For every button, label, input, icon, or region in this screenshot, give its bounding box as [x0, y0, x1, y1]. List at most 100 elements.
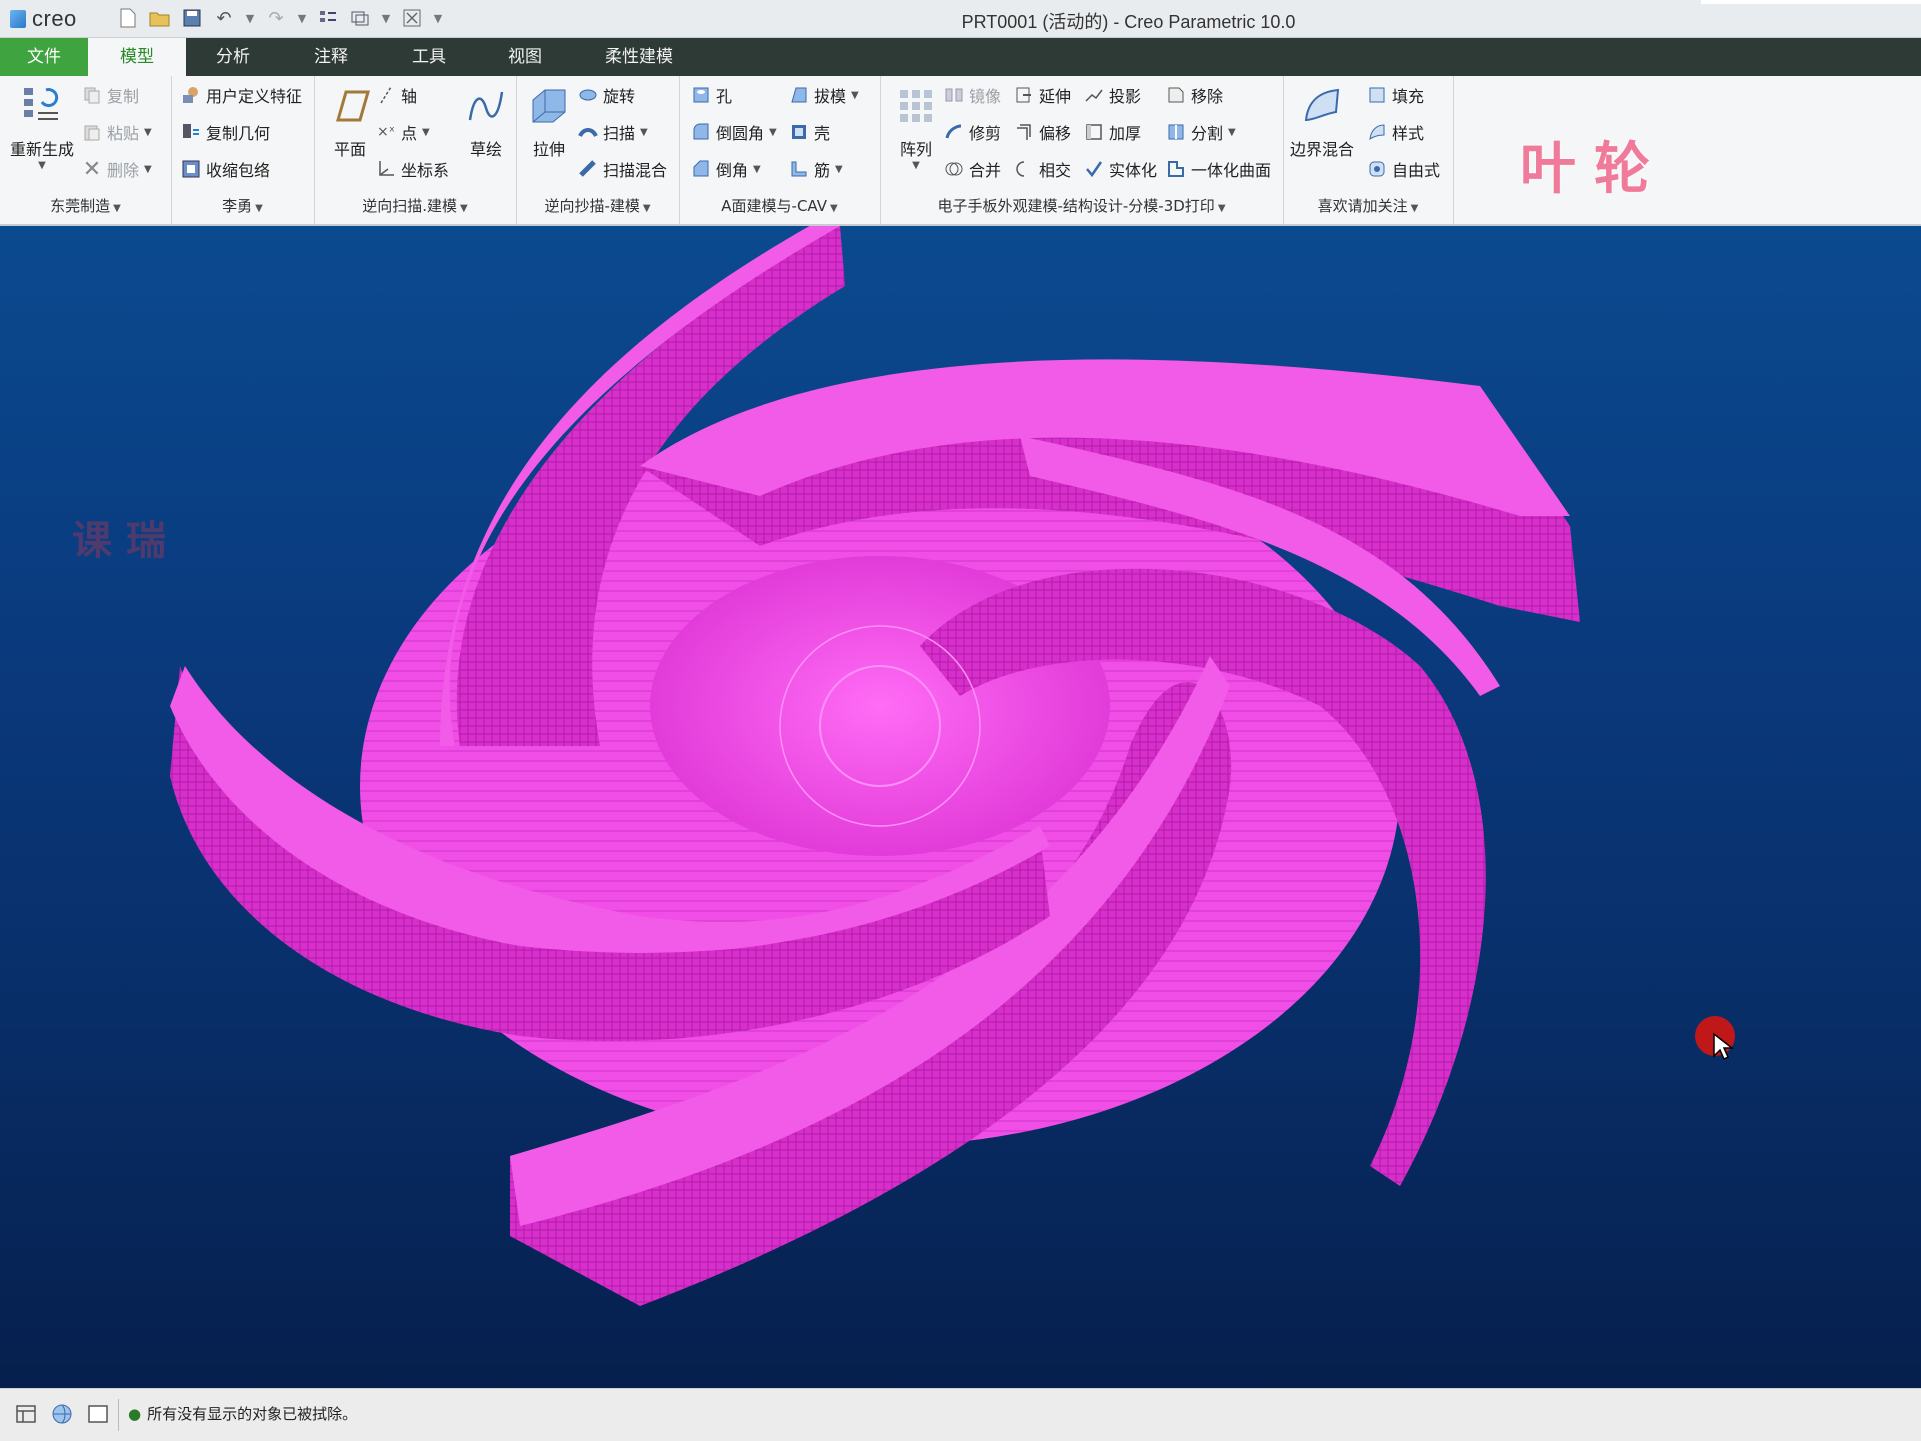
tab-annotate[interactable]: 注释 — [294, 38, 368, 76]
tab-model[interactable]: 模型 — [88, 38, 186, 76]
remove-button[interactable]: 移除 — [1166, 82, 1223, 108]
fill-button[interactable]: 填充 — [1367, 82, 1424, 108]
group-dropdown-icon: ▼ — [113, 203, 121, 214]
udf-label: 用户定义特征 — [206, 87, 303, 106]
tab-tools[interactable]: 工具 — [392, 38, 466, 76]
axis-button[interactable]: 轴 — [376, 82, 417, 108]
csys-label: 坐标系 — [401, 161, 450, 180]
copy-geometry-button[interactable]: 复制几何 — [181, 119, 270, 145]
intersect-label: 相交 — [1039, 161, 1072, 180]
delete-dropdown-icon[interactable]: ▼ — [144, 164, 152, 175]
round-icon — [691, 122, 711, 142]
copy-button[interactable]: 复制 — [82, 82, 139, 108]
merge-button[interactable]: 合并 — [944, 156, 1001, 182]
merge-label: 合并 — [969, 161, 1002, 180]
solidify-label: 实体化 — [1109, 161, 1158, 180]
window-icon[interactable] — [86, 1402, 110, 1426]
tab-flexible-modeling[interactable]: 柔性建模 — [592, 38, 686, 76]
rib-dropdown-icon[interactable]: ▼ — [835, 164, 843, 175]
tab-analysis[interactable]: 分析 — [196, 38, 270, 76]
draft-button[interactable]: 拔模 ▼ — [789, 82, 859, 108]
mirror-button[interactable]: 镜像 — [944, 82, 1001, 108]
layout-icon[interactable] — [14, 1402, 38, 1426]
coordinate-system-icon — [376, 159, 396, 179]
group-label-editing[interactable]: 电子手板外观建模-结构设计-分模-3D打印 ▼ — [880, 195, 1283, 216]
swept-blend-button[interactable]: 扫描混合 — [578, 156, 667, 182]
group-dropdown-icon: ▼ — [1217, 203, 1226, 214]
tab-view[interactable]: 视图 — [488, 38, 562, 76]
group-label-engineering[interactable]: A面建模与-CAV ▼ — [679, 195, 880, 216]
freestyle-label: 自由式 — [1392, 161, 1441, 180]
fill-icon — [1367, 85, 1387, 105]
offset-button[interactable]: 偏移 — [1014, 119, 1071, 145]
extrude-button[interactable]: 拉伸 — [522, 84, 576, 160]
pattern-dropdown-icon[interactable]: ▼ — [886, 160, 946, 171]
freestyle-button[interactable]: 自由式 — [1367, 156, 1440, 182]
fill-label: 填充 — [1392, 87, 1425, 106]
paste-dropdown-icon[interactable]: ▼ — [144, 127, 152, 138]
paste-button[interactable]: 粘贴 ▼ — [82, 119, 152, 145]
extrude-label: 拉伸 — [532, 140, 565, 159]
group-label-get-data[interactable]: 李勇 ▼ — [171, 195, 314, 216]
plane-button[interactable]: 平面 — [322, 84, 378, 160]
pattern-button[interactable]: 阵列 ▼ — [886, 84, 946, 171]
csys-button[interactable]: 坐标系 — [376, 156, 449, 182]
point-dropdown-icon[interactable]: ▼ — [422, 127, 430, 138]
remove-icon — [1166, 85, 1186, 105]
group-label-shapes[interactable]: 逆向抄描-建模 ▼ — [516, 195, 679, 216]
round-dropdown-icon[interactable]: ▼ — [769, 127, 777, 138]
chamfer-button[interactable]: 倒角 ▼ — [691, 156, 761, 182]
shrinkwrap-button[interactable]: 收缩包络 — [181, 156, 270, 182]
paste-label: 粘贴 — [107, 124, 140, 143]
extend-button[interactable]: 延伸 — [1014, 82, 1071, 108]
group-label-datum[interactable]: 逆向扫描.建模 ▼ — [314, 195, 516, 216]
intersect-button[interactable]: 相交 — [1014, 156, 1071, 182]
regenerate-button[interactable]: 重新生成 ▼ — [6, 84, 78, 171]
impeller-model[interactable] — [0, 226, 1921, 1388]
sweep-dropdown-icon[interactable]: ▼ — [640, 127, 648, 138]
unify-surface-button[interactable]: 一体化曲面 — [1166, 156, 1271, 182]
group-label-operations[interactable]: 东莞制造 ▼ — [0, 195, 171, 216]
tab-file[interactable]: 文件 — [0, 38, 88, 76]
offset-label: 偏移 — [1039, 124, 1072, 143]
boundary-blend-button[interactable]: 边界混合 — [1289, 84, 1355, 160]
group-dropdown-icon: ▼ — [255, 203, 263, 214]
point-icon: ×ˣ — [377, 124, 395, 140]
trim-button[interactable]: 修剪 — [944, 119, 1001, 145]
group-label-surfaces[interactable]: 喜欢请加关注 ▼ — [1283, 195, 1453, 216]
sketch-button[interactable]: 草绘 — [460, 84, 512, 160]
status-message: ● 所有没有显示的对象已被拭除。 — [128, 1403, 357, 1424]
group-operations: 重新生成 ▼ 复制 粘贴 ▼ ✕ 删除 ▼ 东莞制造 ▼ — [0, 76, 172, 224]
sketch-icon — [468, 91, 504, 121]
group-operations-text: 东莞制造 — [50, 197, 111, 215]
draft-label: 拔模 — [814, 87, 847, 106]
solidify-button[interactable]: 实体化 — [1084, 156, 1157, 182]
project-label: 投影 — [1109, 87, 1142, 106]
shell-button[interactable]: 壳 — [789, 119, 830, 145]
hole-button[interactable]: 孔 — [691, 82, 732, 108]
rib-button[interactable]: 筋 ▼ — [789, 156, 843, 182]
boundary-blend-icon — [1304, 88, 1340, 122]
thicken-button[interactable]: 加厚 — [1084, 119, 1141, 145]
draft-dropdown-icon[interactable]: ▼ — [851, 90, 859, 101]
split-dropdown-icon[interactable]: ▼ — [1228, 127, 1236, 138]
sweep-button[interactable]: 扫描 ▼ — [578, 119, 648, 145]
revolve-button[interactable]: 旋转 — [578, 82, 635, 108]
regenerate-dropdown-icon[interactable]: ▼ — [6, 160, 78, 171]
chamfer-dropdown-icon[interactable]: ▼ — [753, 164, 761, 175]
udf-button[interactable]: 用户定义特征 — [181, 82, 302, 108]
mirror-icon — [944, 85, 964, 105]
graphics-viewport[interactable]: 课 瑞 — [0, 226, 1921, 1388]
globe-icon[interactable] — [50, 1402, 74, 1426]
delete-button[interactable]: ✕ 删除 ▼ — [82, 156, 152, 182]
group-shapes-text: 逆向抄描-建模 — [544, 197, 640, 215]
window-title: PRT0001 (活动的) - Creo Parametric 10.0 — [961, 12, 1296, 32]
intersect-icon — [1014, 159, 1034, 179]
split-button[interactable]: 分割 ▼ — [1166, 119, 1236, 145]
unify-surface-icon — [1166, 159, 1186, 179]
point-button[interactable]: ×ˣ 点 ▼ — [376, 119, 430, 145]
round-button[interactable]: 倒圆角 ▼ — [691, 119, 777, 145]
style-button[interactable]: 样式 — [1367, 119, 1424, 145]
project-button[interactable]: 投影 — [1084, 82, 1141, 108]
ribbon-tabs: 文件 模型 分析 注释 工具 视图 柔性建模 — [0, 38, 1921, 76]
